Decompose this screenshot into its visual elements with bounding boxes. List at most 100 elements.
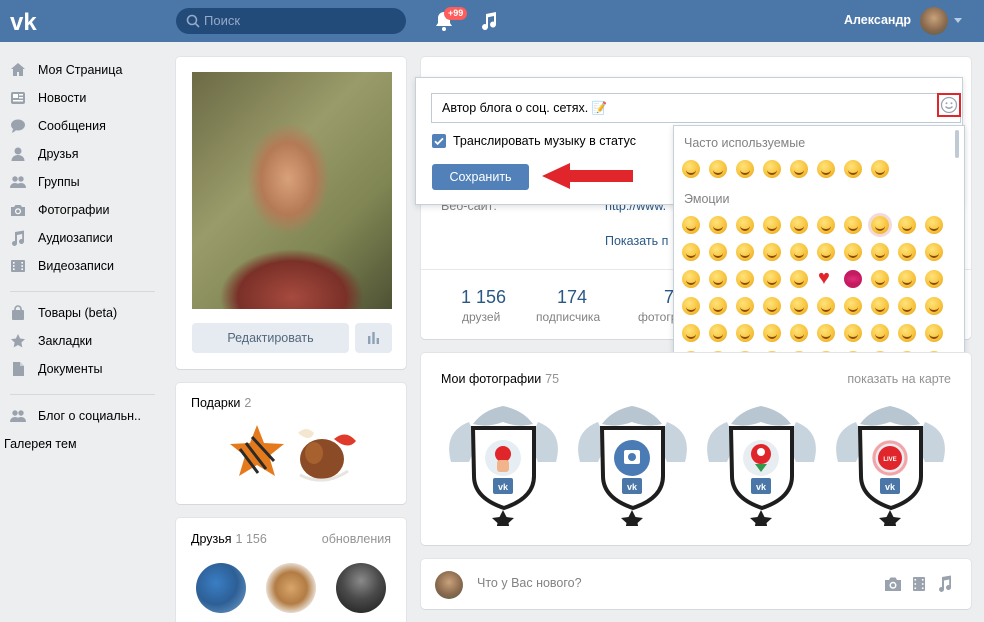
emoji-item[interactable] [790,160,808,178]
sidebar-item-messages[interactable]: Сообщения [10,114,160,138]
emoji-item[interactable] [817,216,835,234]
emoji-item[interactable] [844,324,862,342]
search-input[interactable]: Поиск [176,8,406,34]
emoji-item[interactable] [763,160,781,178]
friend-avatar[interactable] [336,563,386,613]
emoji-item[interactable] [790,297,808,315]
emoji-item[interactable] [736,324,754,342]
emoji-item[interactable] [925,324,943,342]
emoji-item[interactable] [790,270,808,288]
music-icon[interactable] [480,11,498,31]
emoji-item[interactable] [682,160,700,178]
emoji-item[interactable] [790,324,808,342]
sidebar-item-audio[interactable]: Аудиозаписи [10,226,160,250]
friend-avatar[interactable] [196,563,246,613]
profile-photo[interactable] [192,72,392,309]
emoji-item[interactable] [817,160,835,178]
show-more-link[interactable]: Показать п [605,234,668,248]
emoji-panel-scrollbar[interactable] [955,130,959,158]
emoji-item[interactable] [817,243,835,261]
chevron-down-icon[interactable] [954,18,962,23]
music-icon[interactable] [937,575,953,593]
camera-icon[interactable] [884,576,902,592]
emoji-item[interactable] [709,270,727,288]
emoji-item[interactable] [763,297,781,315]
avatar[interactable] [435,571,463,599]
emoji-item[interactable] [709,297,727,315]
emoji-item[interactable] [871,160,889,178]
gifts-header[interactable]: Подарки 2 [191,396,251,410]
emoji-item[interactable] [682,243,700,261]
emoji-item[interactable] [925,243,943,261]
chocolate-gift[interactable] [290,423,360,485]
sidebar-item-friends[interactable]: Друзья [10,142,160,166]
emoji-item[interactable] [736,160,754,178]
emoji-item[interactable] [763,324,781,342]
emoji-item[interactable] [682,297,700,315]
friend-avatar[interactable] [266,563,316,613]
photo-thumbnail[interactable]: vk [699,402,824,526]
emoji-item[interactable] [925,270,943,288]
st-george-ribbon-gift[interactable] [226,423,288,485]
emoji-item[interactable] [763,270,781,288]
sidebar-item-groups[interactable]: Группы [10,170,160,194]
emoji-item[interactable] [871,297,889,315]
avatar[interactable] [920,7,948,35]
friends-updates-link[interactable]: обновления [322,532,391,546]
emoji-item[interactable] [871,216,889,234]
emoji-item[interactable] [736,243,754,261]
emoji-item[interactable] [817,267,835,290]
emoji-item[interactable] [763,243,781,261]
emoji-item[interactable] [709,160,727,178]
emoji-item[interactable] [682,324,700,342]
emoji-item[interactable] [925,216,943,234]
emoji-item[interactable] [871,243,889,261]
gallery-link[interactable]: Галерея тем [4,437,77,451]
video-icon[interactable] [912,576,926,592]
emoji-item[interactable] [871,324,889,342]
emoji-item[interactable] [871,270,889,288]
emoji-item[interactable] [763,216,781,234]
emoji-item[interactable] [844,243,862,261]
emoji-item[interactable] [736,297,754,315]
save-button[interactable]: Сохранить [432,164,529,190]
friends-header[interactable]: Друзья 1 156 [191,532,267,546]
emoji-item[interactable] [709,243,727,261]
emoji-item[interactable] [844,297,862,315]
vk-logo-icon[interactable]: vk [10,8,44,34]
status-input[interactable]: Автор блога о соц. сетях. 📝 [431,93,961,123]
my-photos-header[interactable]: Мои фотографии 75 [441,372,559,386]
emoji-item[interactable] [682,216,700,234]
user-name[interactable]: Александр [844,13,911,27]
sidebar-item-photos[interactable]: Фотографии [10,198,160,222]
music-broadcast-checkbox[interactable] [432,134,446,148]
emoji-item[interactable] [736,216,754,234]
emoji-item[interactable] [709,216,727,234]
sidebar-item-bookmarks[interactable]: Закладки [10,329,160,353]
emoji-item[interactable] [898,216,916,234]
emoji-item[interactable] [736,270,754,288]
edit-profile-button[interactable]: Редактировать [192,323,349,353]
emoji-item[interactable] [709,324,727,342]
photo-thumbnail[interactable]: vk LIVE [828,402,953,526]
photo-thumbnail[interactable]: vk [441,402,566,526]
sidebar-item-blog-group[interactable]: Блог о социальн.. [10,404,160,428]
emoji-item[interactable] [817,297,835,315]
emoji-item[interactable] [790,216,808,234]
emoji-item[interactable] [844,160,862,178]
new-post-input[interactable]: Что у Вас нового? [477,576,582,590]
emoji-button[interactable] [937,93,961,117]
emoji-item[interactable] [817,324,835,342]
sidebar-item-news[interactable]: Новости [10,86,160,110]
photo-thumbnail[interactable]: vk [570,402,695,526]
emoji-item[interactable] [844,216,862,234]
emoji-item[interactable] [790,243,808,261]
emoji-item[interactable] [682,270,700,288]
emoji-item[interactable] [925,297,943,315]
emoji-item[interactable] [898,297,916,315]
emoji-item[interactable] [844,270,862,288]
stats-button[interactable] [355,323,392,353]
emoji-item[interactable] [898,243,916,261]
sidebar-item-documents[interactable]: Документы [10,357,160,381]
sidebar-item-video[interactable]: Видеозаписи [10,254,160,278]
